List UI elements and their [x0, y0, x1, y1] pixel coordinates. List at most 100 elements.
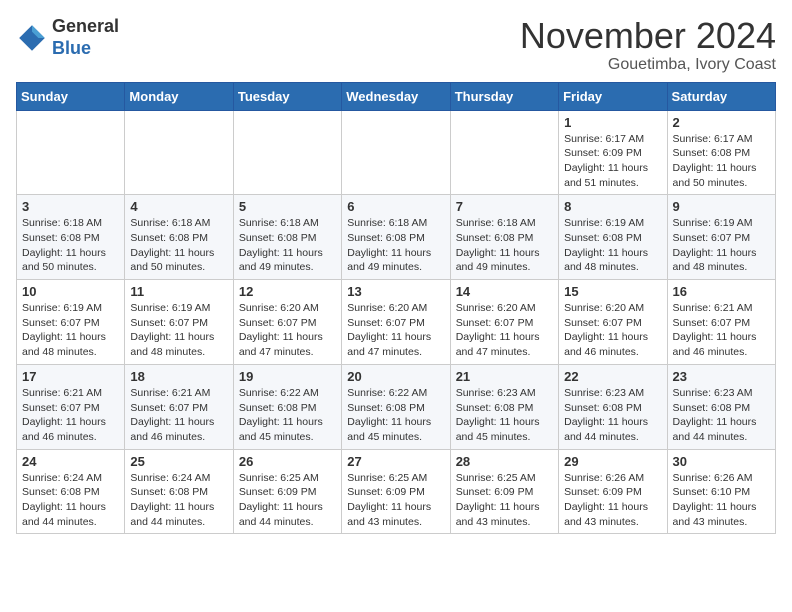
calendar-cell: 25 Sunrise: 6:24 AMSunset: 6:08 PMDayligh… [125, 449, 233, 534]
logo: General Blue [16, 16, 119, 59]
calendar-cell: 3 Sunrise: 6:18 AMSunset: 6:08 PMDaylight… [17, 195, 125, 280]
day-number: 24 [22, 454, 119, 469]
day-info: Sunrise: 6:20 AMSunset: 6:07 PMDaylight:… [456, 301, 553, 360]
weekday-header-row: SundayMondayTuesdayWednesdayThursdayFrid… [17, 82, 776, 110]
calendar-cell: 29 Sunrise: 6:26 AMSunset: 6:09 PMDayligh… [559, 449, 667, 534]
calendar-table: SundayMondayTuesdayWednesdayThursdayFrid… [16, 82, 776, 535]
day-number: 14 [456, 284, 553, 299]
day-number: 27 [347, 454, 444, 469]
page-header: General Blue November 2024 Gouetimba, Iv… [16, 16, 776, 74]
calendar-cell: 9 Sunrise: 6:19 AMSunset: 6:07 PMDaylight… [667, 195, 775, 280]
day-info: Sunrise: 6:22 AMSunset: 6:08 PMDaylight:… [347, 386, 444, 445]
calendar-cell: 8 Sunrise: 6:19 AMSunset: 6:08 PMDaylight… [559, 195, 667, 280]
day-number: 21 [456, 369, 553, 384]
day-info: Sunrise: 6:21 AMSunset: 6:07 PMDaylight:… [130, 386, 227, 445]
day-number: 20 [347, 369, 444, 384]
weekday-header-wednesday: Wednesday [342, 82, 450, 110]
calendar-week-row: 1Sunrise: 6:17 AMSunset: 6:09 PMDaylight… [17, 110, 776, 195]
day-info: Sunrise: 6:25 AMSunset: 6:09 PMDaylight:… [239, 471, 336, 530]
day-info: Sunrise: 6:20 AMSunset: 6:07 PMDaylight:… [239, 301, 336, 360]
day-number: 2 [673, 115, 770, 130]
day-number: 7 [456, 199, 553, 214]
day-info: Sunrise: 6:26 AMSunset: 6:09 PMDaylight:… [564, 471, 661, 530]
calendar-week-row: 3 Sunrise: 6:18 AMSunset: 6:08 PMDaylight… [17, 195, 776, 280]
calendar-week-row: 17 Sunrise: 6:21 AMSunset: 6:07 PMDayligh… [17, 364, 776, 449]
day-info: Sunrise: 6:18 AMSunset: 6:08 PMDaylight:… [347, 216, 444, 275]
logo-blue-text: Blue [52, 38, 119, 60]
calendar-cell: 7 Sunrise: 6:18 AMSunset: 6:08 PMDaylight… [450, 195, 558, 280]
calendar-cell: 24 Sunrise: 6:24 AMSunset: 6:08 PMDayligh… [17, 449, 125, 534]
day-info: Sunrise: 6:23 AMSunset: 6:08 PMDaylight:… [456, 386, 553, 445]
day-number: 11 [130, 284, 227, 299]
day-number: 29 [564, 454, 661, 469]
day-info: Sunrise: 6:20 AMSunset: 6:07 PMDaylight:… [347, 301, 444, 360]
day-info: Sunrise: 6:21 AMSunset: 6:07 PMDaylight:… [22, 386, 119, 445]
day-info: Sunrise: 6:24 AMSunset: 6:08 PMDaylight:… [22, 471, 119, 530]
calendar-cell [233, 110, 341, 195]
day-number: 3 [22, 199, 119, 214]
calendar-cell: 27Sunrise: 6:25 AMSunset: 6:09 PMDayligh… [342, 449, 450, 534]
day-info: Sunrise: 6:22 AMSunset: 6:08 PMDaylight:… [239, 386, 336, 445]
day-info: Sunrise: 6:21 AMSunset: 6:07 PMDaylight:… [673, 301, 770, 360]
calendar-cell: 19 Sunrise: 6:22 AMSunset: 6:08 PMDayligh… [233, 364, 341, 449]
day-number: 8 [564, 199, 661, 214]
day-info: Sunrise: 6:19 AMSunset: 6:07 PMDaylight:… [130, 301, 227, 360]
day-number: 23 [673, 369, 770, 384]
day-number: 26 [239, 454, 336, 469]
weekday-header-friday: Friday [559, 82, 667, 110]
day-number: 10 [22, 284, 119, 299]
logo-general-text: General [52, 16, 119, 38]
day-number: 22 [564, 369, 661, 384]
calendar-cell: 18 Sunrise: 6:21 AMSunset: 6:07 PMDayligh… [125, 364, 233, 449]
calendar-cell: 13 Sunrise: 6:20 AMSunset: 6:07 PMDayligh… [342, 280, 450, 365]
day-number: 16 [673, 284, 770, 299]
location-subtitle: Gouetimba, Ivory Coast [520, 56, 776, 74]
calendar-cell: 5Sunrise: 6:18 AMSunset: 6:08 PMDaylight… [233, 195, 341, 280]
day-info: Sunrise: 6:19 AMSunset: 6:08 PMDaylight:… [564, 216, 661, 275]
calendar-cell: 14 Sunrise: 6:20 AMSunset: 6:07 PMDayligh… [450, 280, 558, 365]
calendar-body: 1Sunrise: 6:17 AMSunset: 6:09 PMDaylight… [17, 110, 776, 534]
day-number: 25 [130, 454, 227, 469]
calendar-cell: 23 Sunrise: 6:23 AMSunset: 6:08 PMDayligh… [667, 364, 775, 449]
day-number: 1 [564, 115, 661, 130]
day-number: 6 [347, 199, 444, 214]
day-number: 13 [347, 284, 444, 299]
calendar-cell: 4Sunrise: 6:18 AMSunset: 6:08 PMDaylight… [125, 195, 233, 280]
logo-icon [16, 22, 48, 54]
calendar-cell [17, 110, 125, 195]
calendar-cell: 20 Sunrise: 6:22 AMSunset: 6:08 PMDayligh… [342, 364, 450, 449]
day-info: Sunrise: 6:25 AMSunset: 6:09 PMDaylight:… [456, 471, 553, 530]
day-info: Sunrise: 6:17 AMSunset: 6:08 PMDaylight:… [673, 132, 770, 191]
day-number: 9 [673, 199, 770, 214]
day-number: 12 [239, 284, 336, 299]
calendar-header: SundayMondayTuesdayWednesdayThursdayFrid… [17, 82, 776, 110]
day-number: 15 [564, 284, 661, 299]
day-info: Sunrise: 6:19 AMSunset: 6:07 PMDaylight:… [673, 216, 770, 275]
month-title: November 2024 [520, 16, 776, 56]
calendar-cell: 17 Sunrise: 6:21 AMSunset: 6:07 PMDayligh… [17, 364, 125, 449]
day-info: Sunrise: 6:18 AMSunset: 6:08 PMDaylight:… [456, 216, 553, 275]
logo-text: General Blue [52, 16, 119, 59]
calendar-cell: 11 Sunrise: 6:19 AMSunset: 6:07 PMDayligh… [125, 280, 233, 365]
calendar-cell [125, 110, 233, 195]
day-number: 19 [239, 369, 336, 384]
day-info: Sunrise: 6:26 AMSunset: 6:10 PMDaylight:… [673, 471, 770, 530]
weekday-header-thursday: Thursday [450, 82, 558, 110]
day-number: 17 [22, 369, 119, 384]
calendar-cell [342, 110, 450, 195]
calendar-cell: 6 Sunrise: 6:18 AMSunset: 6:08 PMDaylight… [342, 195, 450, 280]
day-info: Sunrise: 6:18 AMSunset: 6:08 PMDaylight:… [22, 216, 119, 275]
day-info: Sunrise: 6:23 AMSunset: 6:08 PMDaylight:… [673, 386, 770, 445]
weekday-header-sunday: Sunday [17, 82, 125, 110]
day-number: 30 [673, 454, 770, 469]
day-number: 18 [130, 369, 227, 384]
calendar-cell: 12 Sunrise: 6:20 AMSunset: 6:07 PMDayligh… [233, 280, 341, 365]
calendar-cell: 28 Sunrise: 6:25 AMSunset: 6:09 PMDayligh… [450, 449, 558, 534]
day-info: Sunrise: 6:19 AMSunset: 6:07 PMDaylight:… [22, 301, 119, 360]
calendar-cell: 16 Sunrise: 6:21 AMSunset: 6:07 PMDayligh… [667, 280, 775, 365]
calendar-cell [450, 110, 558, 195]
calendar-cell: 2 Sunrise: 6:17 AMSunset: 6:08 PMDaylight… [667, 110, 775, 195]
day-number: 28 [456, 454, 553, 469]
weekday-header-saturday: Saturday [667, 82, 775, 110]
day-info: Sunrise: 6:24 AMSunset: 6:08 PMDaylight:… [130, 471, 227, 530]
